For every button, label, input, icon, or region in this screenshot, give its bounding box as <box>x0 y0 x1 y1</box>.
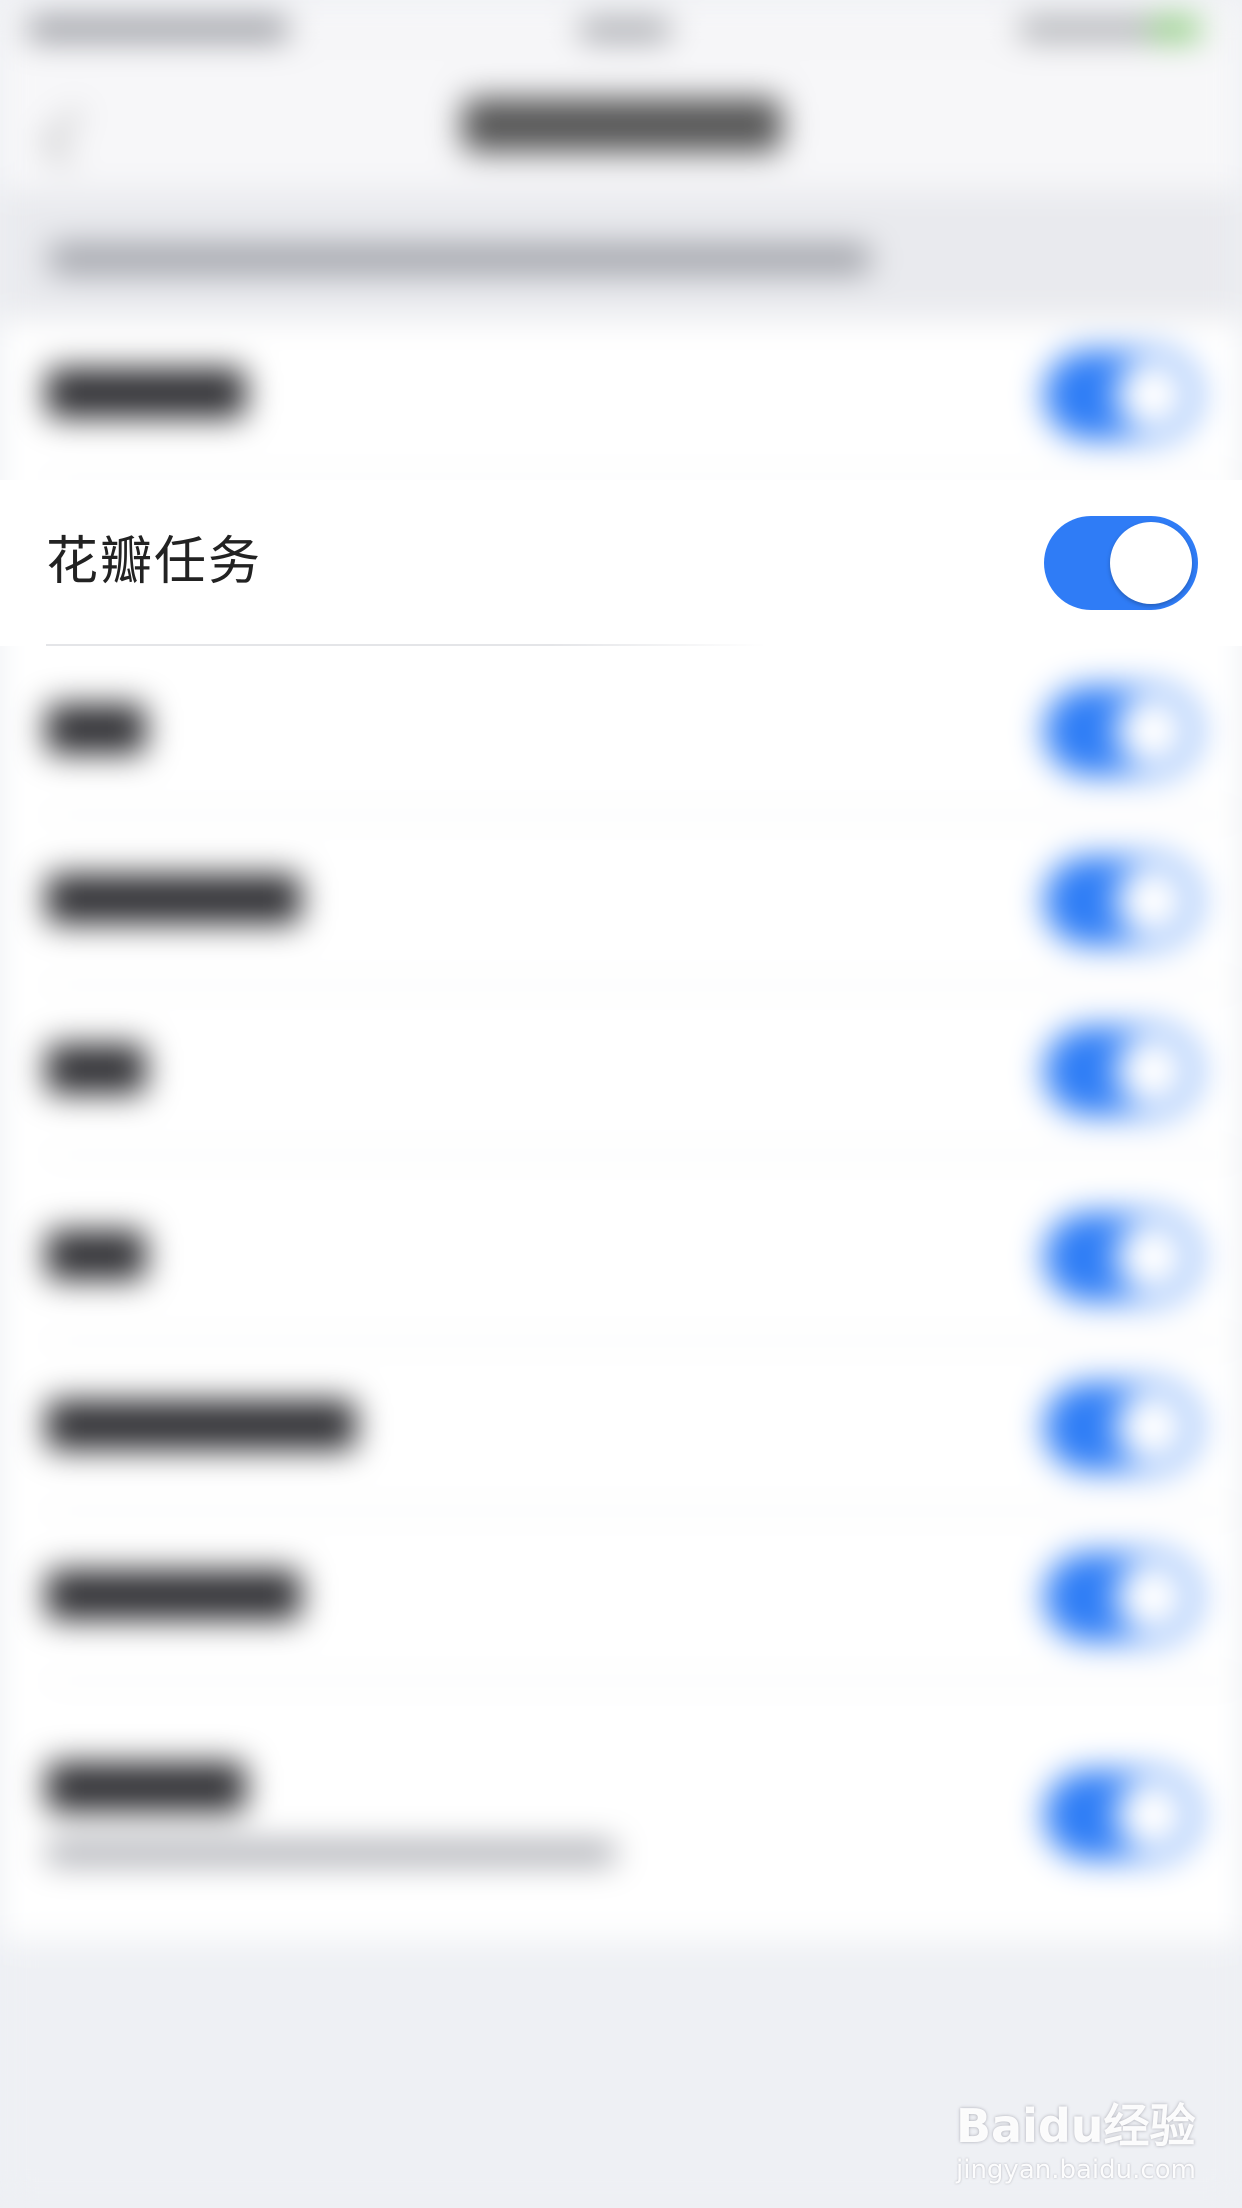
status-bar-time <box>580 20 670 40</box>
divider <box>46 1680 1242 1682</box>
list-item-petal-task[interactable]: 花瓣任务 <box>0 480 1242 646</box>
status-bar <box>0 0 1242 60</box>
list-item-label <box>46 1044 146 1094</box>
list-item[interactable] <box>0 1172 1242 1342</box>
status-bar-left <box>28 18 288 40</box>
list-item-label <box>46 1400 356 1450</box>
toggle-switch[interactable] <box>1044 1212 1198 1302</box>
petal-task-toggle[interactable] <box>1044 516 1198 610</box>
toggle-knob <box>1110 522 1192 604</box>
list-item-label <box>46 704 146 754</box>
page-title <box>462 98 782 152</box>
list-item-label <box>46 1230 146 1280</box>
list-item-label <box>46 1762 246 1812</box>
list-item-label <box>46 874 301 924</box>
list-item[interactable] <box>0 1712 1242 1932</box>
list-item[interactable] <box>0 816 1242 986</box>
watermark-url: jingyan.baidu.com <box>956 2155 1196 2185</box>
divider <box>46 644 766 646</box>
list-item[interactable] <box>0 1512 1242 1682</box>
toggle-switch[interactable] <box>1044 1026 1198 1116</box>
toggle-switch[interactable] <box>1044 1552 1198 1642</box>
navigation-bar <box>0 60 1242 190</box>
blurred-background <box>0 0 1242 2208</box>
list-item[interactable] <box>0 310 1242 480</box>
toggle-switch[interactable] <box>1044 686 1198 776</box>
list-item-label: 花瓣任务 <box>46 532 263 592</box>
section-header-text <box>50 244 870 274</box>
back-icon[interactable] <box>42 109 100 167</box>
toggle-switch[interactable] <box>1044 350 1198 440</box>
list-item-label <box>46 368 246 418</box>
list-item[interactable] <box>0 646 1242 816</box>
list-item-description <box>46 1842 616 1864</box>
section-header <box>0 190 1242 320</box>
toggle-switch[interactable] <box>1044 1382 1198 1472</box>
divider <box>46 1154 1242 1156</box>
list-item[interactable] <box>0 986 1242 1156</box>
list-item[interactable] <box>0 1342 1242 1512</box>
toggle-switch[interactable] <box>1044 856 1198 946</box>
toggle-switch[interactable] <box>1044 1770 1198 1860</box>
watermark-brand: Baidu经验 <box>956 2099 1196 2153</box>
list-item-label <box>46 1570 301 1620</box>
battery-icon <box>1150 18 1200 40</box>
